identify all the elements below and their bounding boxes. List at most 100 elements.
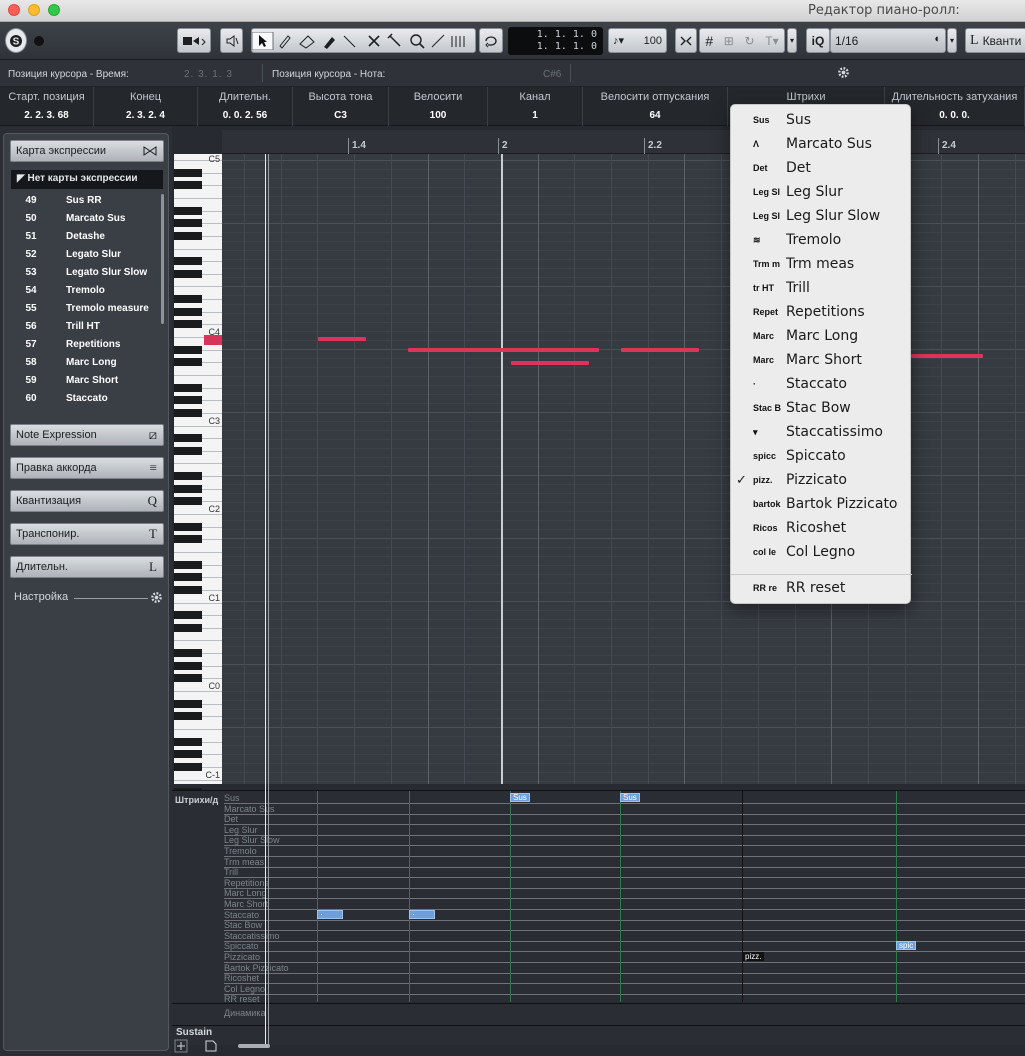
black-key[interactable]: [174, 484, 202, 493]
white-key[interactable]: [174, 248, 222, 250]
loop-icon[interactable]: [479, 28, 503, 53]
expression-list-item[interactable]: 60 Staccato: [11, 390, 159, 408]
expression-map-section-header[interactable]: Карта экспрессии: [10, 140, 164, 162]
expression-list-item[interactable]: 55 Tremolo measure: [11, 300, 159, 318]
black-key[interactable]: [174, 611, 202, 620]
articulation-event[interactable]: ·: [317, 909, 343, 919]
solo-icon[interactable]: S: [5, 28, 27, 53]
black-key[interactable]: [174, 535, 202, 544]
midi-note[interactable]: [511, 361, 589, 365]
record-icon[interactable]: [29, 28, 49, 53]
white-key[interactable]: [174, 728, 222, 730]
black-key[interactable]: [174, 231, 202, 240]
articulation-event[interactable]: Sus: [620, 793, 640, 802]
black-key[interactable]: [174, 206, 202, 215]
mute-icon[interactable]: [220, 28, 243, 53]
menu-item-repetitions[interactable]: Repet Repetitions: [731, 300, 912, 324]
menu-item-trill[interactable]: tr HT Trill: [731, 276, 912, 300]
expression-list-scrollbar[interactable]: [161, 194, 164, 324]
menu-item-ricoshet[interactable]: Ricos Ricoshet: [731, 516, 912, 540]
black-key[interactable]: [174, 257, 202, 266]
event-column-value[interactable]: C3: [293, 110, 388, 121]
black-key[interactable]: [174, 497, 202, 506]
articulation-event[interactable]: spic: [896, 941, 916, 951]
white-key[interactable]: [174, 514, 222, 515]
black-key[interactable]: [174, 560, 202, 569]
white-key[interactable]: [174, 602, 222, 604]
black-key[interactable]: [174, 649, 202, 658]
expression-list-item[interactable]: 49 Sus RR: [11, 192, 159, 210]
expression-list-item[interactable]: 57 Repetitions: [11, 336, 159, 354]
white-key[interactable]: [174, 463, 222, 465]
black-key[interactable]: [174, 320, 202, 329]
black-key[interactable]: [174, 358, 202, 367]
black-key[interactable]: [174, 472, 202, 481]
expression-map-select[interactable]: ◤ Нет карты экспрессии: [11, 170, 163, 189]
black-key[interactable]: [174, 396, 202, 405]
color-icon[interactable]: T▾: [765, 34, 778, 48]
white-key[interactable]: [174, 691, 222, 692]
expression-list-item[interactable]: 52 Legato Slur: [11, 246, 159, 264]
black-key[interactable]: [174, 762, 202, 771]
midi-note[interactable]: [408, 348, 599, 352]
black-key[interactable]: [174, 345, 202, 354]
black-key[interactable]: [174, 750, 202, 759]
add-lane-icon[interactable]: [174, 1039, 190, 1053]
expression-list-item[interactable]: 59 Marc Short: [11, 372, 159, 390]
expression-list-item[interactable]: 58 Marc Long: [11, 354, 159, 372]
menu-item-bartok-pizzicato[interactable]: bartok Bartok Pizzicato: [731, 492, 912, 516]
dynamics-lane[interactable]: Динамика: [172, 1003, 1025, 1025]
event-column-value[interactable]: 1: [488, 110, 582, 121]
snap-tools[interactable]: # ⊞ ↻ T▾: [699, 28, 785, 53]
white-key[interactable]: [174, 779, 222, 781]
menu-item-stac-bow[interactable]: Stac B Stac Bow: [731, 396, 912, 420]
black-key[interactable]: [174, 522, 202, 531]
menu-item-staccatissimo[interactable]: ▾ Staccatissimo: [731, 420, 912, 444]
zoom-window-button[interactable]: [48, 4, 60, 16]
menu-item-marc-short[interactable]: Marc Marc Short: [731, 348, 912, 372]
expression-list-item[interactable]: 50 Marcato Sus: [11, 210, 159, 228]
event-column-value[interactable]: 2. 2. 3. 68: [0, 110, 93, 121]
black-key[interactable]: [174, 434, 202, 443]
horizontal-scrollbar[interactable]: [238, 1044, 270, 1048]
grid-icon[interactable]: #: [705, 33, 713, 49]
setup-row[interactable]: Настройка: [14, 591, 162, 603]
menu-item-col-legno[interactable]: col le Col Legno: [731, 540, 912, 564]
white-key[interactable]: [174, 551, 222, 553]
black-key[interactable]: [174, 446, 202, 455]
inspector-section-3[interactable]: Квантизация Q: [10, 490, 164, 512]
menu-item-tremolo[interactable]: ≋ Tremolo: [731, 228, 912, 252]
black-key[interactable]: [174, 661, 202, 670]
expression-list-item[interactable]: 51 Detashe: [11, 228, 159, 246]
black-key[interactable]: [174, 383, 202, 392]
black-key[interactable]: [174, 219, 202, 228]
event-column-value[interactable]: 64: [583, 110, 727, 121]
black-key[interactable]: [174, 408, 202, 417]
expression-list-item[interactable]: 53 Legato Slur Slow: [11, 264, 159, 282]
gear-icon[interactable]: [837, 66, 850, 82]
event-column-value[interactable]: 0. 0. 2. 56: [198, 110, 292, 121]
white-key[interactable]: [174, 374, 222, 376]
menu-item-marcato-sus[interactable]: Λ Marcato Sus: [731, 132, 912, 156]
black-key[interactable]: [174, 699, 202, 708]
articulation-event[interactable]: Sus: [510, 793, 530, 802]
snap-dropdown-icon[interactable]: ▾: [787, 28, 797, 53]
black-key[interactable]: [174, 585, 202, 594]
refresh-icon[interactable]: ↻: [745, 34, 755, 48]
articulation-event[interactable]: ·: [409, 909, 435, 919]
project-cursor[interactable]: [265, 154, 266, 1044]
inspector-section-2[interactable]: Правка аккорда ≡: [10, 457, 164, 479]
length-quantize-select[interactable]: L Кванти: [965, 28, 1025, 53]
menu-item-spiccato[interactable]: spicc Spiccato: [731, 444, 912, 468]
menu-item-rr-reset[interactable]: RR re RR reset: [731, 576, 912, 600]
minimize-window-button[interactable]: [28, 4, 40, 16]
controller-lane[interactable]: Sustain: [172, 1025, 1025, 1045]
event-column-value[interactable]: 100: [389, 110, 487, 121]
quantize-preset-select[interactable]: 1/16 ◐: [830, 28, 946, 53]
menu-item-sus[interactable]: Sus Sus: [731, 108, 912, 132]
inspector-section-4[interactable]: Транспонир. T: [10, 523, 164, 545]
black-key[interactable]: [174, 168, 202, 177]
black-key[interactable]: [174, 712, 202, 721]
independent-track-loop-icon[interactable]: [675, 28, 697, 53]
white-key[interactable]: [174, 197, 222, 199]
